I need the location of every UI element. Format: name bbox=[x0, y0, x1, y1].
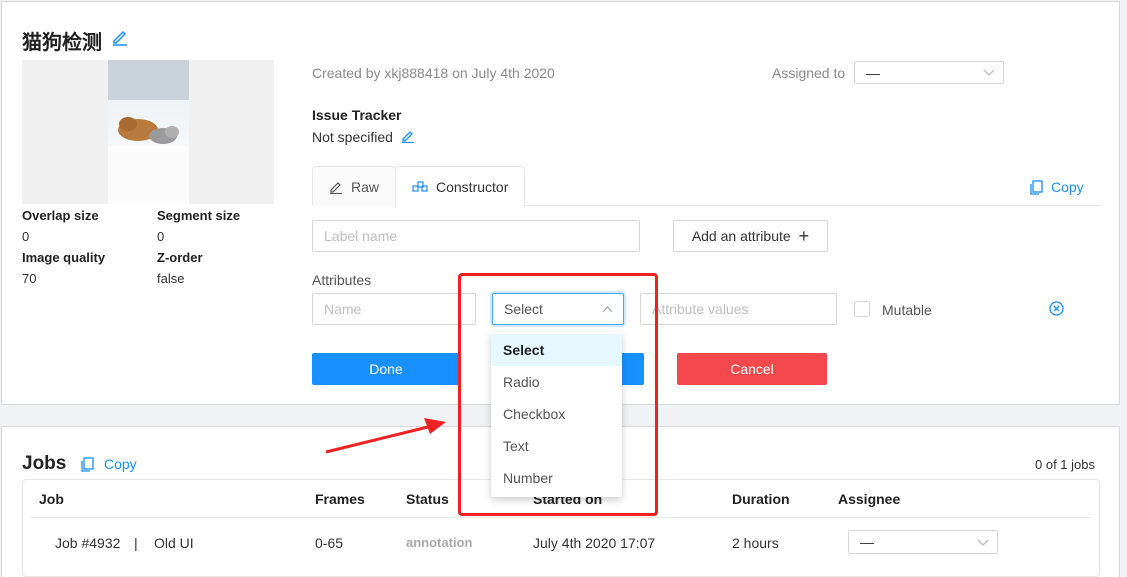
edit-title-icon[interactable] bbox=[111, 28, 129, 46]
done-button[interactable]: Done bbox=[312, 353, 460, 385]
overlap-size-label: Overlap size bbox=[22, 208, 99, 223]
z-order-label: Z-order bbox=[157, 250, 203, 265]
job-duration: 2 hours bbox=[732, 535, 779, 551]
edit-issue-tracker-icon[interactable] bbox=[401, 129, 415, 143]
table-header-divider bbox=[31, 517, 1091, 518]
jobs-title: Jobs bbox=[22, 453, 67, 474]
issue-tracker-label: Issue Tracker bbox=[312, 107, 402, 123]
cancel-button[interactable]: Cancel bbox=[677, 353, 827, 385]
job-frames: 0-65 bbox=[315, 535, 344, 551]
label-name-input[interactable]: Label name bbox=[312, 220, 640, 252]
assignee-select[interactable]: — bbox=[854, 61, 1004, 84]
cancel-label: Cancel bbox=[730, 361, 774, 377]
attribute-name-input[interactable]: Name bbox=[312, 293, 476, 325]
preview-image bbox=[108, 60, 189, 204]
copy-labels-button[interactable]: Copy bbox=[1030, 179, 1084, 195]
tab-constructor-label: Constructor bbox=[436, 179, 509, 195]
copy-icon bbox=[1030, 179, 1043, 195]
job-status: annotation bbox=[406, 535, 473, 550]
image-quality-value: 70 bbox=[22, 271, 37, 286]
assignee-select-value: — bbox=[866, 64, 880, 81]
copy-icon bbox=[81, 456, 94, 472]
mutable-checkbox[interactable] bbox=[854, 301, 870, 317]
add-attribute-button[interactable]: Add an attribute + bbox=[673, 220, 828, 252]
build-icon bbox=[412, 181, 428, 192]
col-assignee: Assignee bbox=[838, 491, 901, 507]
z-order-value: false bbox=[157, 271, 185, 286]
old-ui-link[interactable]: Old UI bbox=[154, 535, 194, 551]
task-title: 猫狗检测 bbox=[22, 32, 102, 54]
annotation-arrow bbox=[325, 418, 446, 454]
task-preview bbox=[22, 60, 274, 204]
copy-jobs-label: Copy bbox=[104, 456, 137, 472]
job-assignee-select[interactable]: — bbox=[848, 530, 998, 554]
col-duration: Duration bbox=[732, 491, 790, 507]
overlap-size-value: 0 bbox=[22, 229, 30, 244]
edit-icon bbox=[330, 181, 342, 194]
created-by-text: Created by xkj888418 on July 4th 2020 bbox=[312, 65, 555, 81]
col-frames: Frames bbox=[315, 491, 365, 507]
jobs-count: 0 of 1 jobs bbox=[1035, 457, 1095, 472]
job-link[interactable]: Job #4932 bbox=[55, 535, 120, 551]
job-link-separator: | bbox=[134, 535, 138, 551]
issue-tracker-value: Not specified bbox=[312, 129, 393, 145]
assigned-to-label: Assigned to bbox=[772, 65, 846, 81]
attributes-label: Attributes bbox=[312, 272, 372, 288]
remove-attribute-icon[interactable] bbox=[1049, 301, 1064, 316]
segment-size-value: 0 bbox=[157, 229, 165, 244]
done-label: Done bbox=[369, 361, 403, 377]
col-job: Job bbox=[39, 491, 64, 507]
segment-size-label: Segment size bbox=[157, 208, 241, 223]
tab-constructor[interactable]: Constructor bbox=[395, 166, 526, 207]
highlight-box bbox=[458, 273, 658, 516]
tab-raw-label: Raw bbox=[351, 178, 380, 195]
image-quality-label: Image quality bbox=[22, 250, 106, 265]
tab-raw[interactable]: Raw bbox=[312, 166, 397, 206]
chevron-down-icon bbox=[983, 69, 995, 76]
plus-icon: + bbox=[798, 226, 810, 246]
copy-labels-label: Copy bbox=[1051, 179, 1084, 195]
mutable-label: Mutable bbox=[882, 302, 932, 318]
job-assignee-value: — bbox=[860, 534, 874, 550]
add-attribute-label: Add an attribute bbox=[691, 228, 791, 244]
job-started-on: July 4th 2020 17:07 bbox=[533, 535, 656, 551]
chevron-down-icon bbox=[977, 539, 989, 546]
copy-jobs-button[interactable]: Copy bbox=[81, 456, 137, 472]
attribute-values-input[interactable]: Attribute values bbox=[640, 293, 837, 325]
col-status: Status bbox=[406, 491, 449, 507]
